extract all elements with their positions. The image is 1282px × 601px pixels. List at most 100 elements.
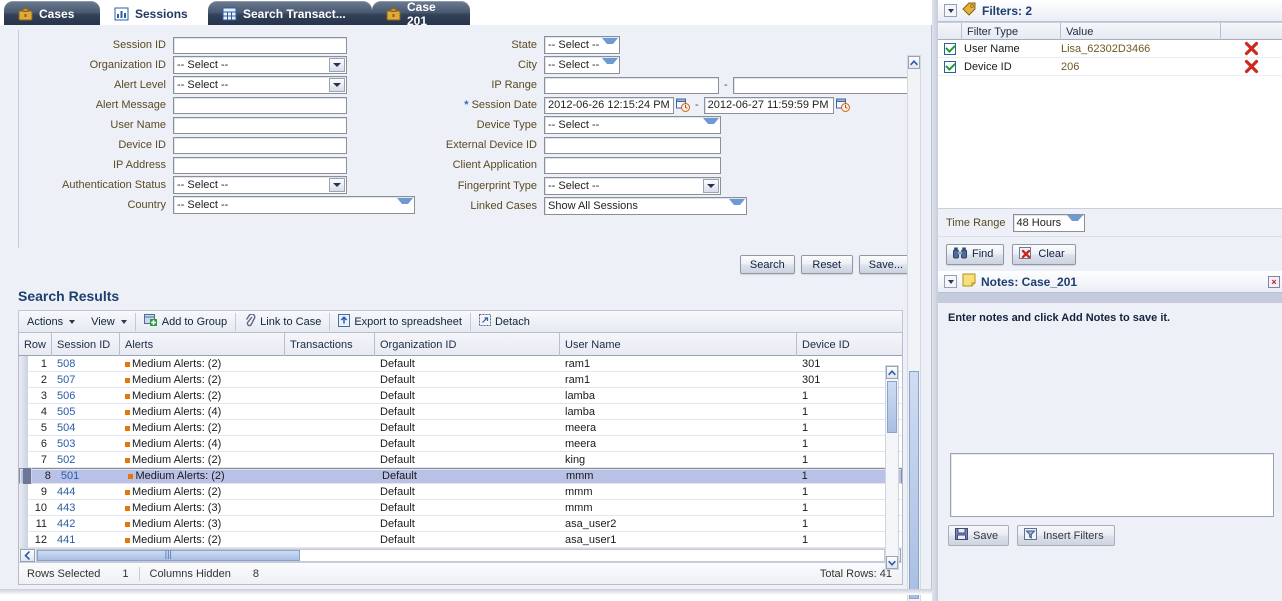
session-id-link[interactable]: 502 bbox=[57, 454, 75, 466]
export-to-spreadsheet-button[interactable]: Export to spreadsheet bbox=[330, 311, 470, 333]
table-row[interactable]: 2 507 Medium Alerts: (2) Default ram1 301 bbox=[19, 372, 902, 388]
row-grip[interactable] bbox=[19, 404, 28, 420]
table-row[interactable]: 7 502 Medium Alerts: (2) Default king 1 bbox=[19, 452, 902, 468]
alert-message-input[interactable] bbox=[173, 96, 347, 114]
view-menu[interactable]: View bbox=[83, 311, 135, 333]
insert-filters-button[interactable]: Insert Filters bbox=[1017, 525, 1115, 546]
session-id-link[interactable]: 508 bbox=[57, 358, 75, 370]
table-row[interactable]: 10 443 Medium Alerts: (3) Default mmm 1 bbox=[19, 500, 902, 516]
session-id-link[interactable]: 444 bbox=[57, 486, 75, 498]
session-id-input[interactable] bbox=[173, 36, 347, 54]
chevron-down-icon[interactable] bbox=[944, 275, 957, 288]
city-select[interactable]: -- Select -- bbox=[544, 56, 620, 74]
column-header-value[interactable]: Value bbox=[1061, 23, 1221, 40]
table-row[interactable]: 9 444 Medium Alerts: (2) Default mmm 1 bbox=[19, 484, 902, 500]
filter-enabled-checkbox[interactable] bbox=[938, 60, 962, 73]
tab-search-transactions[interactable]: Search Transact... bbox=[208, 1, 372, 26]
organization-id-select[interactable]: -- Select -- bbox=[173, 56, 347, 74]
column-header-device-id[interactable]: Device ID bbox=[797, 333, 902, 356]
scroll-thumb[interactable] bbox=[887, 381, 897, 433]
time-range-select[interactable]: 48 Hours bbox=[1012, 213, 1085, 232]
table-vertical-scrollbar[interactable] bbox=[885, 365, 899, 570]
row-grip[interactable] bbox=[19, 420, 28, 436]
scroll-up-button[interactable] bbox=[886, 366, 898, 379]
ip-range-from-input[interactable] bbox=[544, 76, 719, 94]
filter-enabled-checkbox[interactable] bbox=[938, 42, 962, 55]
session-id-link[interactable]: 501 bbox=[61, 470, 79, 482]
row-grip[interactable] bbox=[19, 436, 28, 452]
table-horizontal-scrollbar[interactable] bbox=[19, 548, 902, 562]
row-grip[interactable] bbox=[19, 532, 28, 548]
row-grip[interactable] bbox=[19, 484, 28, 500]
scroll-thumb[interactable] bbox=[909, 371, 919, 599]
external-device-id-input[interactable] bbox=[544, 136, 721, 154]
row-grip[interactable] bbox=[19, 372, 28, 388]
session-id-link[interactable]: 507 bbox=[57, 374, 75, 386]
column-header-organization-id[interactable]: Organization ID bbox=[375, 333, 560, 356]
scroll-down-button[interactable] bbox=[886, 556, 898, 569]
row-grip[interactable] bbox=[19, 356, 28, 372]
table-row[interactable]: 11 442 Medium Alerts: (3) Default asa_user2 1 bbox=[19, 516, 902, 532]
tab-sessions[interactable]: Sessions bbox=[100, 1, 208, 26]
column-header-alerts[interactable]: Alerts bbox=[120, 333, 285, 356]
column-header-transactions[interactable]: Transactions bbox=[285, 333, 375, 356]
scroll-thumb[interactable] bbox=[37, 550, 300, 561]
save-search-button[interactable]: Save... bbox=[858, 255, 913, 274]
client-application-input[interactable] bbox=[544, 156, 721, 174]
calendar-icon[interactable] bbox=[835, 98, 850, 112]
remove-filter-button[interactable] bbox=[1221, 59, 1282, 74]
filter-row[interactable]: Device ID 206 bbox=[938, 58, 1282, 76]
session-id-link[interactable]: 504 bbox=[57, 422, 75, 434]
clear-button[interactable]: Clear bbox=[1012, 243, 1076, 265]
state-select[interactable]: -- Select -- bbox=[544, 36, 620, 54]
table-row[interactable]: 3 506 Medium Alerts: (2) Default lamba 1 bbox=[19, 388, 902, 404]
tab-cases[interactable]: Cases bbox=[4, 1, 100, 26]
session-date-from-input[interactable] bbox=[544, 96, 674, 114]
session-id-link[interactable]: 443 bbox=[57, 502, 75, 514]
tab-case-201[interactable]: Case 201 bbox=[372, 0, 470, 26]
authentication-status-select[interactable]: -- Select -- bbox=[173, 176, 347, 194]
alert-level-select[interactable]: -- Select -- bbox=[173, 76, 347, 94]
session-id-link[interactable]: 505 bbox=[57, 406, 75, 418]
scroll-left-button[interactable] bbox=[20, 549, 35, 562]
add-to-group-button[interactable]: Add to Group bbox=[136, 311, 235, 333]
table-row[interactable]: 8 501 Medium Alerts: (2) Default mmm 1 bbox=[19, 468, 902, 484]
session-date-to-input[interactable] bbox=[703, 96, 834, 114]
chevron-down-icon[interactable] bbox=[944, 4, 957, 17]
table-row[interactable]: 12 441 Medium Alerts: (2) Default asa_user1 1 bbox=[19, 532, 902, 548]
scroll-track[interactable] bbox=[36, 549, 885, 562]
row-grip[interactable] bbox=[19, 516, 28, 532]
remove-filter-button[interactable] bbox=[1221, 41, 1282, 56]
save-note-button[interactable]: Save bbox=[948, 525, 1010, 546]
column-header-user-name[interactable]: User Name bbox=[560, 333, 797, 356]
detach-button[interactable]: Detach bbox=[471, 311, 538, 333]
ip-range-to-input[interactable] bbox=[732, 76, 908, 94]
reset-button[interactable]: Reset bbox=[800, 255, 853, 274]
column-header-session-id[interactable]: Session ID bbox=[52, 333, 120, 356]
column-header-row[interactable]: Row bbox=[19, 333, 52, 356]
column-header-filter-type[interactable]: Filter Type bbox=[962, 23, 1061, 40]
find-button[interactable]: Find bbox=[946, 243, 1005, 265]
actions-menu[interactable]: Actions bbox=[19, 311, 83, 333]
link-to-case-button[interactable]: Link to Case bbox=[236, 311, 329, 333]
row-grip[interactable] bbox=[19, 500, 28, 516]
row-grip[interactable] bbox=[23, 468, 32, 484]
pane-vertical-scrollbar[interactable] bbox=[907, 55, 921, 601]
filter-row[interactable]: User Name Lisa_62302D3466 bbox=[938, 40, 1282, 58]
ip-address-input[interactable] bbox=[173, 156, 347, 174]
notes-textarea[interactable] bbox=[950, 453, 1274, 517]
device-id-input[interactable] bbox=[173, 136, 347, 154]
close-icon[interactable]: × bbox=[1268, 275, 1280, 288]
session-id-link[interactable]: 442 bbox=[57, 518, 75, 530]
table-row[interactable]: 4 505 Medium Alerts: (4) Default lamba 1 bbox=[19, 404, 902, 420]
calendar-icon[interactable] bbox=[676, 98, 690, 112]
table-row[interactable]: 5 504 Medium Alerts: (2) Default meera 1 bbox=[19, 420, 902, 436]
fingerprint-type-select[interactable]: -- Select -- bbox=[544, 177, 721, 195]
session-id-link[interactable]: 506 bbox=[57, 390, 75, 402]
row-grip[interactable] bbox=[19, 388, 28, 404]
user-name-input[interactable] bbox=[173, 116, 347, 134]
row-grip[interactable] bbox=[19, 452, 28, 468]
linked-cases-select[interactable]: Show All Sessions bbox=[544, 197, 747, 215]
table-row[interactable]: 6 503 Medium Alerts: (4) Default meera 1 bbox=[19, 436, 902, 452]
table-row[interactable]: 1 508 Medium Alerts: (2) Default ram1 301 bbox=[19, 356, 902, 372]
